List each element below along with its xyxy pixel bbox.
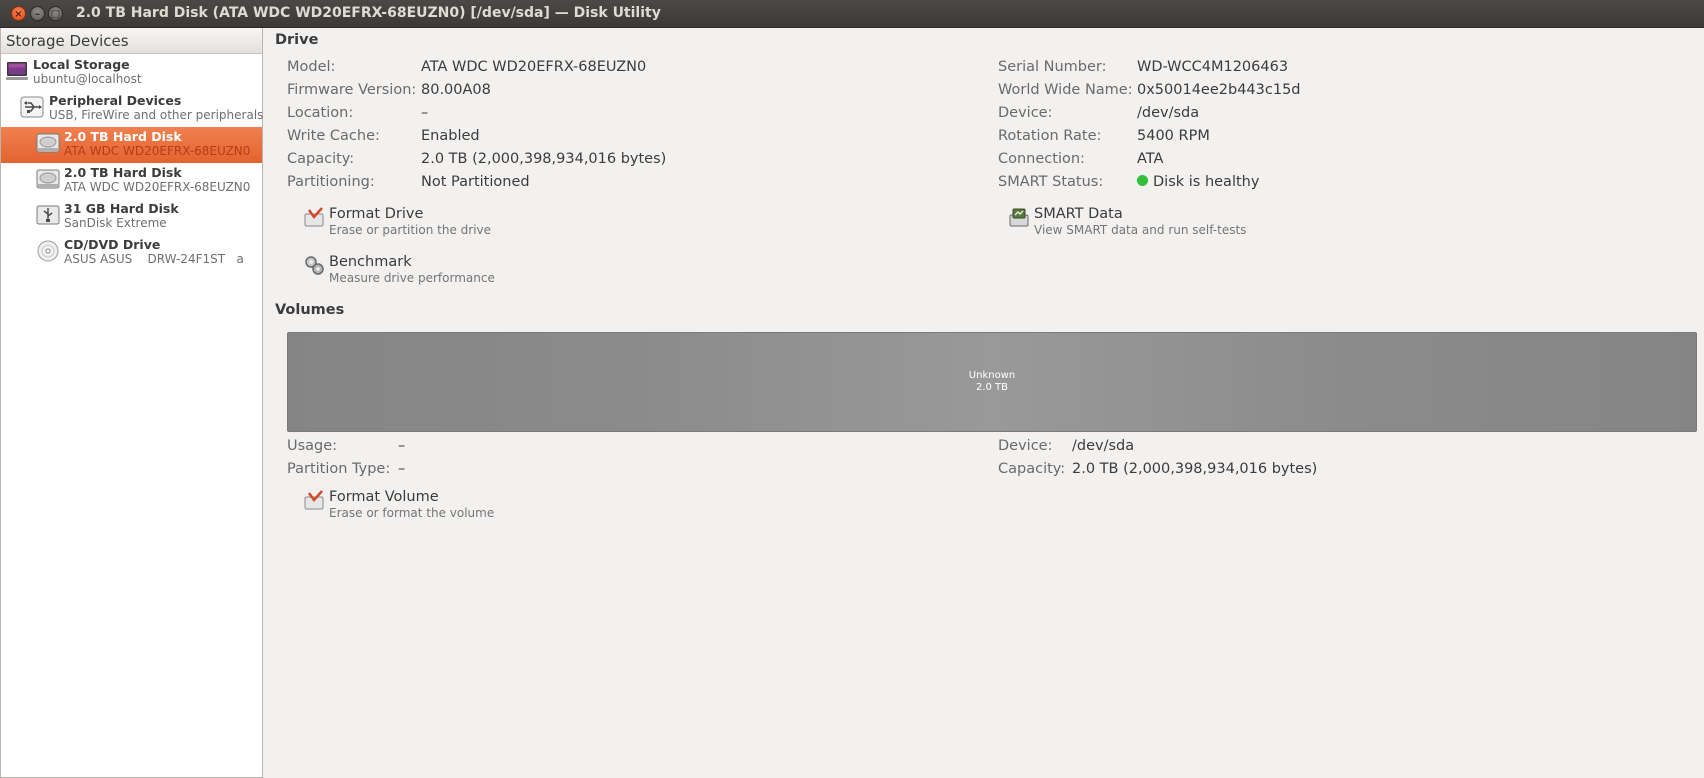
partition-type-label: Partition Type:	[287, 461, 391, 477]
sidebar-item-local-storage[interactable]: Local Storage ubuntu@localhost	[1, 55, 262, 91]
usage-value: –	[398, 438, 406, 454]
hard-disk-icon	[36, 133, 60, 153]
device-label: Device:	[998, 105, 1053, 121]
capacity-value: 2.0 TB (2,000,398,934,016 bytes)	[421, 151, 667, 167]
write-cache-label: Write Cache:	[287, 128, 380, 144]
format-volume-desc: Erase or format the volume	[329, 506, 495, 520]
sidebar-item-sublabel: SanDisk Extreme	[64, 216, 167, 230]
serial-number-value: WD-WCC4M1206463	[1137, 59, 1289, 75]
drive-section-title: Drive	[275, 32, 319, 48]
rotation-rate-value: 5400 RPM	[1137, 128, 1210, 144]
volume-device-value: /dev/sda	[1072, 438, 1135, 454]
format-volume-button[interactable]: Format Volume Erase or format the volume	[303, 489, 523, 525]
firmware-label: Firmware Version:	[287, 82, 417, 98]
wwn-label: World Wide Name:	[998, 82, 1133, 98]
partitioning-value: Not Partitioned	[421, 174, 530, 190]
volume-capacity-value: 2.0 TB (2,000,398,934,016 bytes)	[1072, 461, 1318, 477]
smart-status-value: Disk is healthy	[1137, 174, 1259, 190]
format-drive-button[interactable]: Format Drive Erase or partition the driv…	[303, 206, 523, 242]
sidebar-item-label: CD/DVD Drive	[64, 237, 161, 252]
volumes-section-title: Volumes	[275, 302, 345, 318]
healthy-status-icon	[1137, 175, 1148, 186]
volume-device-label: Device:	[998, 438, 1053, 454]
benchmark-title: Benchmark	[329, 254, 412, 270]
gears-icon	[305, 256, 324, 275]
smart-data-desc: View SMART data and run self-tests	[1034, 223, 1247, 237]
format-drive-title: Format Drive	[329, 206, 424, 222]
sidebar-item-hard-disk-1[interactable]: 2.0 TB Hard Disk ATA WDC WD20EFRX-68EUZN…	[1, 127, 262, 163]
close-button[interactable]: ×	[11, 6, 26, 21]
device-value: /dev/sda	[1137, 105, 1200, 121]
sidebar-item-sublabel: ATA WDC WD20EFRX-68EUZN0	[64, 144, 251, 158]
connection-value: ATA	[1137, 151, 1164, 167]
sidebar-item-sublabel: ATA WDC WD20EFRX-68EUZN0	[64, 180, 251, 194]
smart-icon	[1009, 208, 1029, 227]
firmware-value: 80.00A08	[421, 82, 491, 98]
volume-capacity-label: Capacity:	[998, 461, 1066, 477]
partition-type-value: –	[398, 461, 406, 477]
model-value: ATA WDC WD20EFRX-68EUZN0	[421, 59, 647, 75]
sidebar-item-label: 31 GB Hard Disk	[64, 201, 179, 216]
location-value: –	[421, 105, 429, 121]
volume-segment-label: Unknown	[968, 370, 1016, 381]
volume-map-segment[interactable]: Unknown 2.0 TB	[287, 332, 1697, 432]
sidebar-item-sublabel: USB, FireWire and other peripherals	[49, 108, 264, 122]
sidebar-item-hard-disk-2[interactable]: 2.0 TB Hard Disk ATA WDC WD20EFRX-68EUZN…	[1, 163, 262, 199]
usb-icon	[20, 96, 44, 118]
optical-drive-icon	[37, 240, 59, 262]
benchmark-button[interactable]: Benchmark Measure drive performance	[303, 254, 523, 290]
sidebar-item-label: Local Storage	[33, 57, 130, 72]
partitioning-label: Partitioning:	[287, 174, 375, 190]
main-panel: Drive Model: ATA WDC WD20EFRX-68EUZN0 Fi…	[264, 28, 1704, 778]
computer-icon	[6, 62, 28, 80]
hard-disk-icon	[36, 169, 60, 189]
storage-devices-sidebar: Storage Devices Local Storage ubuntu@loc…	[0, 28, 263, 778]
serial-number-label: Serial Number:	[998, 59, 1107, 75]
format-volume-title: Format Volume	[329, 489, 439, 505]
usage-label: Usage:	[287, 438, 338, 454]
smart-status-text: Disk is healthy	[1153, 174, 1260, 190]
format-icon	[304, 207, 324, 227]
sidebar-item-label: 2.0 TB Hard Disk	[64, 129, 182, 144]
benchmark-desc: Measure drive performance	[329, 271, 495, 285]
sidebar-header: Storage Devices	[1, 28, 262, 54]
rotation-rate-label: Rotation Rate:	[998, 128, 1102, 144]
sidebar-item-sublabel: ASUS ASUS DRW-24F1ST a	[64, 252, 244, 266]
title-bar: × – □ 2.0 TB Hard Disk (ATA WDC WD20EFRX…	[0, 0, 1704, 28]
sidebar-item-peripheral-devices[interactable]: Peripheral Devices USB, FireWire and oth…	[1, 91, 264, 127]
connection-label: Connection:	[998, 151, 1085, 167]
sidebar-item-optical-drive[interactable]: CD/DVD Drive ASUS ASUS DRW-24F1ST a	[1, 235, 262, 271]
sidebar-item-usb-disk[interactable]: 31 GB Hard Disk SanDisk Extreme	[1, 199, 262, 235]
minimize-button[interactable]: –	[30, 6, 45, 21]
sidebar-item-label: Peripheral Devices	[49, 93, 182, 108]
usb-drive-icon	[36, 205, 60, 225]
capacity-label: Capacity:	[287, 151, 355, 167]
format-icon	[304, 490, 324, 510]
window-title: 2.0 TB Hard Disk (ATA WDC WD20EFRX-68EUZ…	[76, 5, 661, 21]
sidebar-item-sublabel: ubuntu@localhost	[33, 72, 142, 86]
sidebar-item-label: 2.0 TB Hard Disk	[64, 165, 182, 180]
smart-data-title: SMART Data	[1034, 206, 1123, 222]
maximize-button[interactable]: □	[48, 6, 63, 21]
format-drive-desc: Erase or partition the drive	[329, 223, 492, 237]
smart-status-label: SMART Status:	[998, 174, 1104, 190]
smart-data-button[interactable]: SMART Data View SMART data and run self-…	[1008, 206, 1248, 242]
location-label: Location:	[287, 105, 354, 121]
wwn-value: 0x50014ee2b443c15d	[1137, 82, 1301, 98]
write-cache-value: Enabled	[421, 128, 480, 144]
volume-segment-size: 2.0 TB	[975, 382, 1009, 393]
model-label: Model:	[287, 59, 336, 75]
